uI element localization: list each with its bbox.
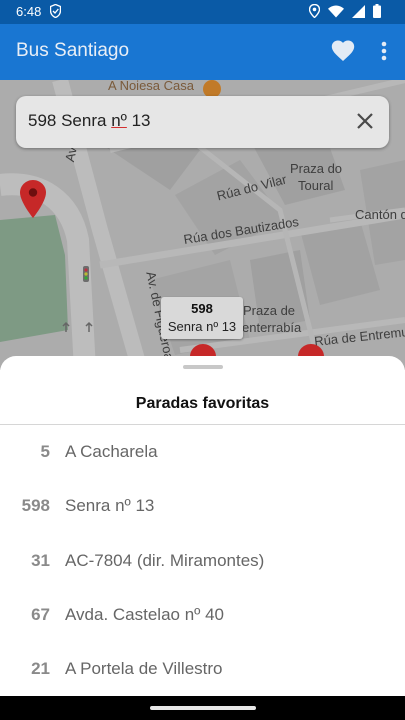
app-title: Bus Santiago	[16, 40, 130, 61]
stop-name: AC-7804 (dir. Miramontes)	[65, 550, 265, 570]
heart-icon[interactable]	[330, 38, 356, 64]
map-label-square: enterrabía	[242, 320, 302, 335]
shield-icon	[50, 4, 61, 18]
stop-code: 5	[40, 442, 50, 461]
map-label-street: Cantón d	[355, 207, 405, 222]
search-box[interactable]: 598 Senra nº 13	[16, 96, 389, 148]
stop-code: 31	[31, 550, 50, 570]
list-item[interactable]: 598 Senra nº 13	[0, 479, 405, 533]
sheet-title: Paradas favoritas	[135, 395, 270, 412]
stop-name: Avda. Castelao nº 40	[65, 604, 225, 624]
status-time: 6:48	[16, 4, 42, 19]
stop-code: 67	[31, 604, 50, 624]
home-gesture-handle[interactable]	[150, 706, 256, 710]
app-bar: Bus Santiago	[0, 24, 405, 80]
location-icon	[309, 4, 320, 18]
more-vert-icon[interactable]	[374, 38, 394, 64]
list-item[interactable]: 67 Avda. Castelao nº 40	[0, 588, 405, 642]
stop-code: 21	[31, 659, 50, 679]
search-text-part: 598 Senra	[28, 111, 112, 130]
wifi-icon	[328, 5, 344, 17]
list-item[interactable]: 5 A Cacharela	[0, 425, 405, 479]
list-item[interactable]: 31 AC-7804 (dir. Miramontes)	[0, 534, 405, 588]
signal-icon	[352, 4, 365, 18]
status-bar: 6:48	[0, 0, 405, 24]
stop-name: A Cacharela	[65, 442, 158, 461]
favorites-bottom-sheet: Paradas favoritas 5 A Cacharela 598 Senr…	[0, 356, 405, 696]
popup-stop-code: 598	[191, 301, 213, 316]
stop-name: A Portela de Villestro	[65, 659, 223, 679]
search-text-part: nº	[111, 111, 127, 130]
map-pin-icon[interactable]	[19, 179, 47, 219]
system-nav-bar	[0, 696, 405, 720]
popup-stop-name: Senra nº 13	[167, 319, 237, 334]
map-label-square: Praza do	[290, 161, 343, 176]
stop-info-popup[interactable]: 598 Senra nº 13	[161, 297, 243, 339]
list-item[interactable]: 21 A Portela de Villestro	[0, 642, 405, 696]
map-label-square: Praza de	[243, 303, 296, 318]
close-icon[interactable]	[353, 109, 377, 133]
map-label-square: Toural	[298, 178, 334, 193]
search-input[interactable]: 598 Senra nº 13	[28, 111, 151, 131]
favorites-list: 5 A Cacharela 598 Senra nº 13 31 AC-7804…	[0, 425, 405, 696]
battery-icon	[373, 4, 381, 18]
map-label-poi: A Noiesa Casa	[108, 80, 194, 93]
drag-handle[interactable]	[183, 365, 223, 369]
stop-name: Senra nº 13	[65, 496, 155, 516]
search-text-part: 13	[126, 111, 151, 130]
stop-code: 598	[21, 496, 50, 516]
